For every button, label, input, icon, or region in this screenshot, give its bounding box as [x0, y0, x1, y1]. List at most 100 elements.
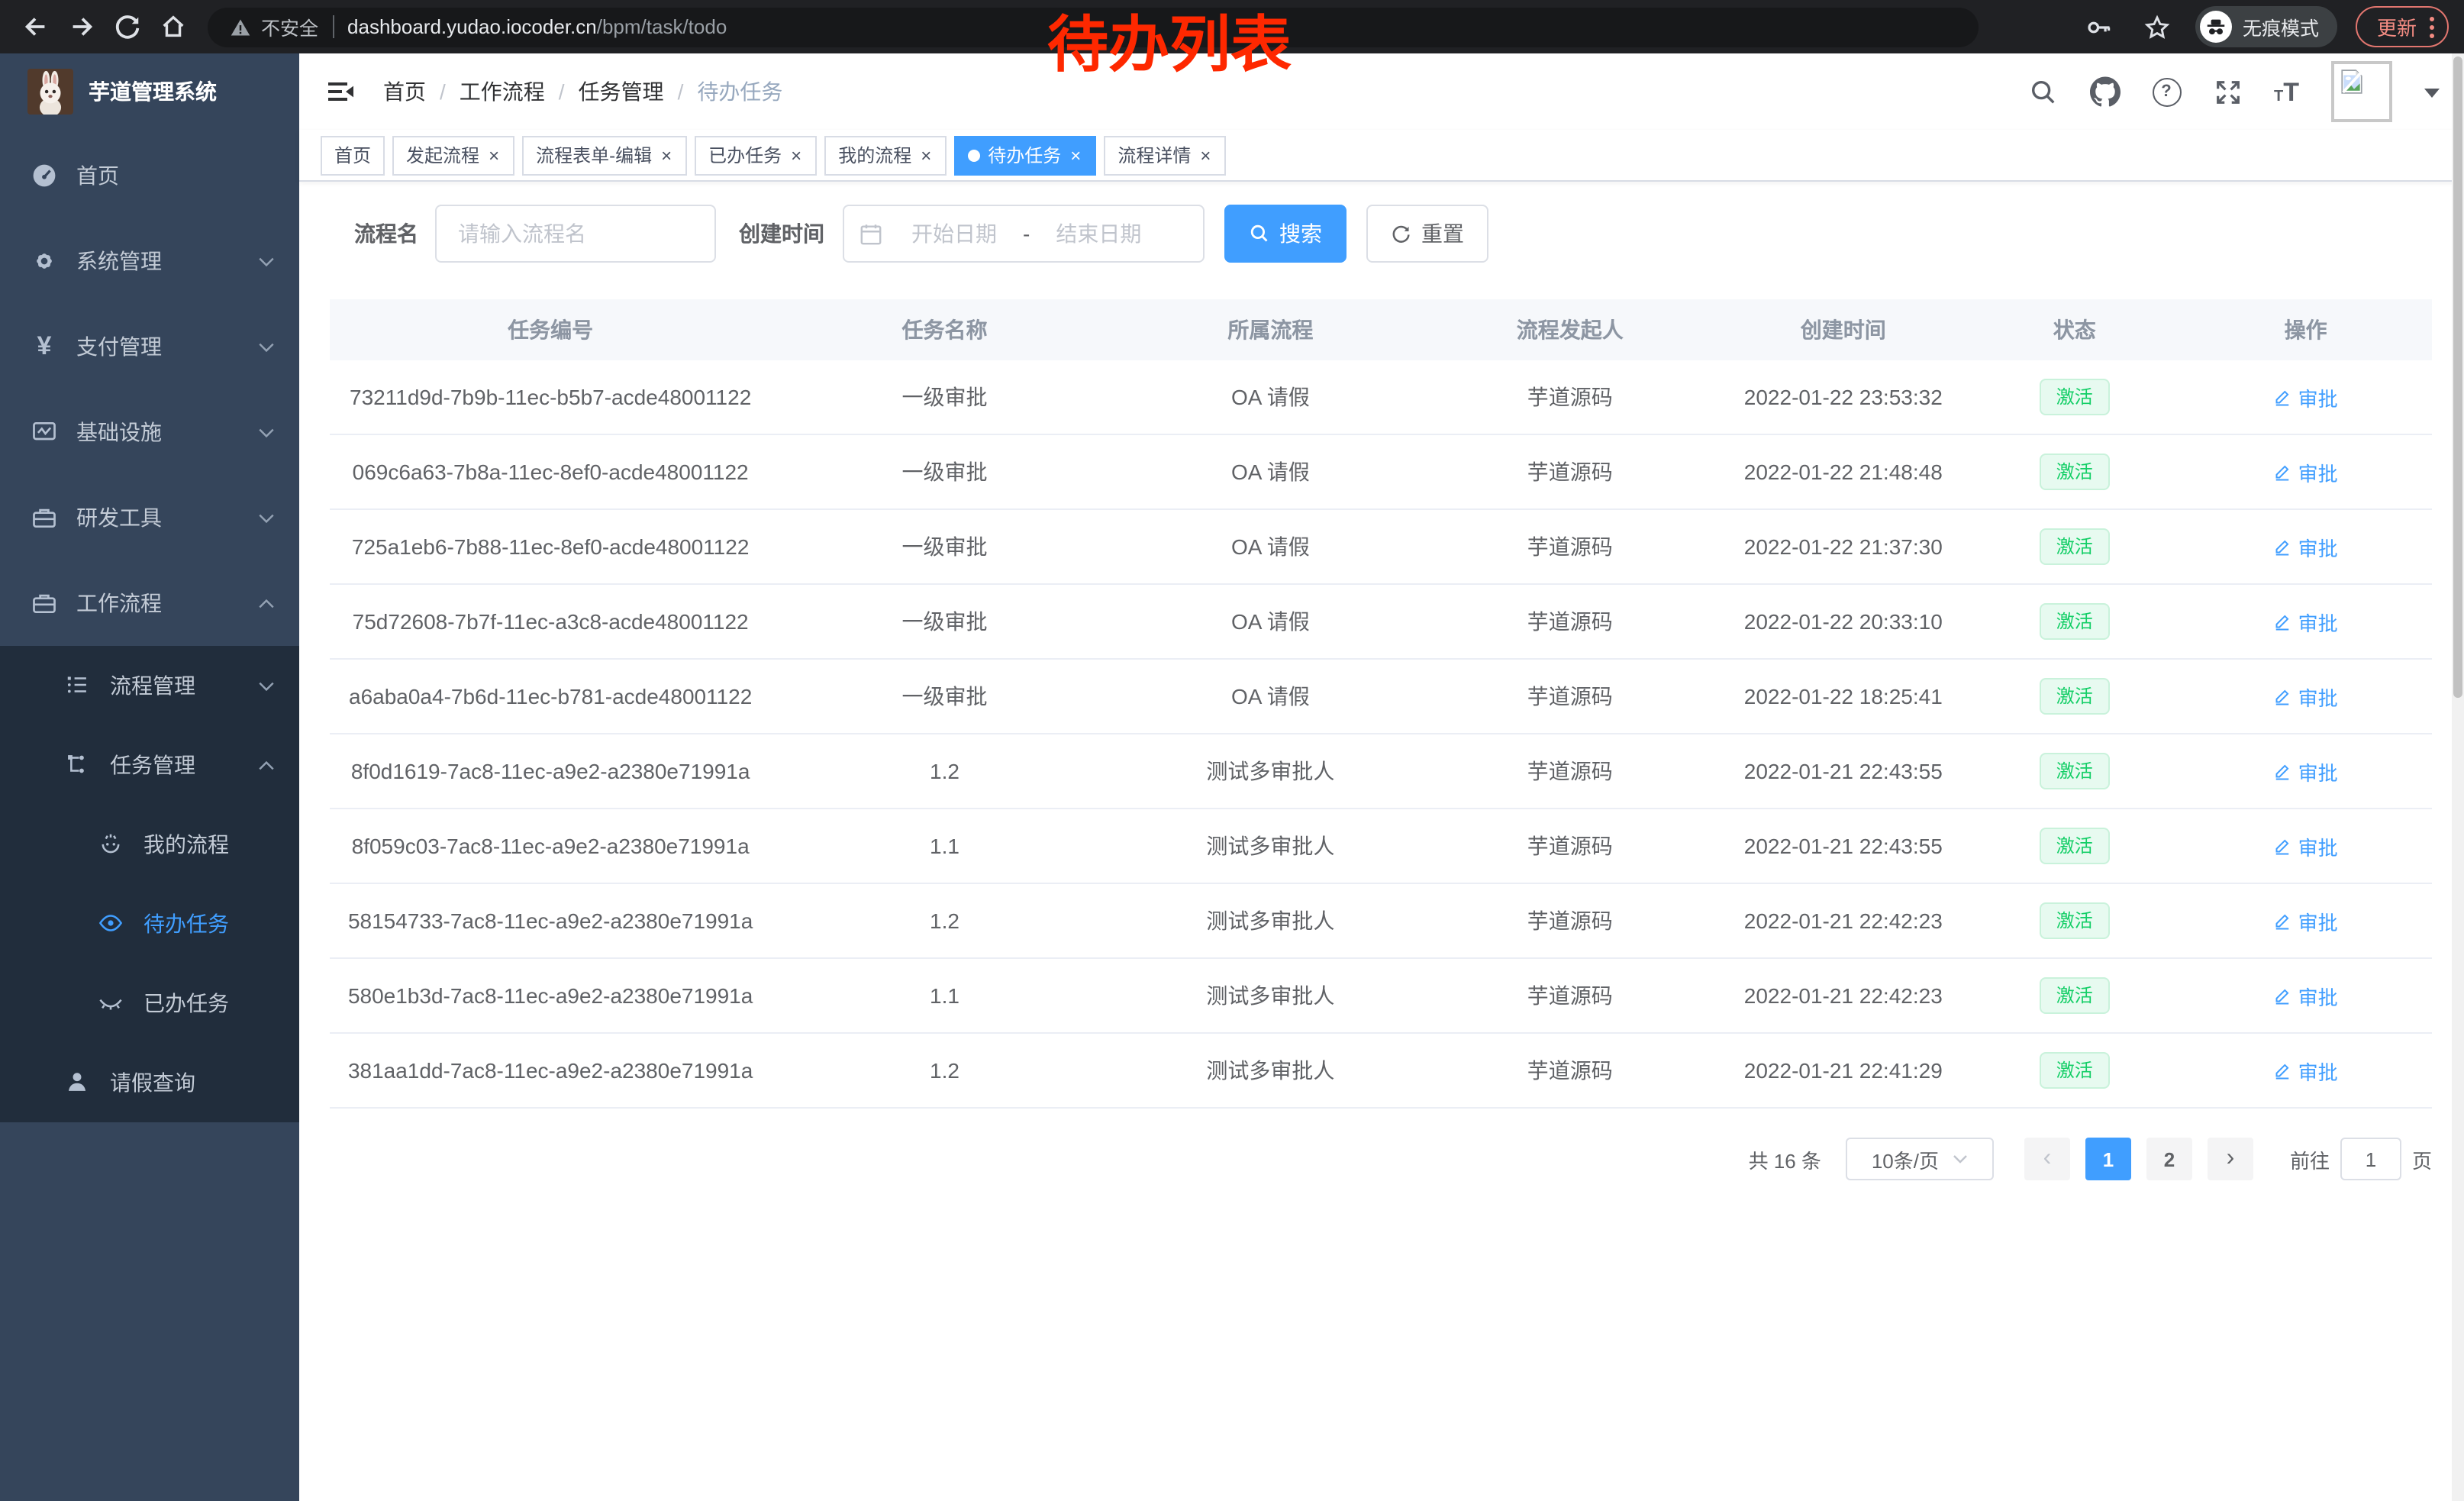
- sidebar-item-leave-query[interactable]: 请假查询: [0, 1043, 299, 1122]
- approve-link[interactable]: 审批: [2274, 532, 2338, 561]
- scrollbar-thumb[interactable]: [2453, 56, 2462, 698]
- tab-close-icon[interactable]: ×: [1198, 146, 1212, 164]
- breadcrumb-home[interactable]: 首页: [383, 76, 426, 107]
- approve-label: 审批: [2298, 607, 2338, 636]
- approve-link[interactable]: 审批: [2274, 1056, 2338, 1085]
- sidebar-item-payment[interactable]: ¥ 支付管理: [0, 304, 299, 389]
- question-glyph: ?: [2153, 79, 2179, 105]
- tab-start-process[interactable]: 发起流程×: [392, 135, 514, 175]
- tab-close-icon[interactable]: ×: [1069, 146, 1082, 164]
- sidebar-item-my-process[interactable]: 我的流程: [0, 805, 299, 884]
- table-row: 725a1eb6-7b88-11ec-8ef0-acde48001122 一级审…: [330, 510, 2432, 585]
- tab-close-icon[interactable]: ×: [487, 146, 501, 164]
- status-badge: 激活: [2040, 528, 2110, 565]
- sidebar-item-workflow[interactable]: 工作流程: [0, 560, 299, 646]
- approve-link[interactable]: 审批: [2274, 757, 2338, 786]
- goto-page-input[interactable]: [2340, 1138, 2401, 1180]
- table-row: 8f0d1619-7ac8-11ec-a9e2-a2380e71991a 1.2…: [330, 734, 2432, 809]
- site-security[interactable]: 不安全: [229, 12, 318, 41]
- sidebar-item-process-mgmt[interactable]: 流程管理: [0, 646, 299, 725]
- next-page-button[interactable]: ›: [2208, 1138, 2253, 1180]
- tab-process-detail[interactable]: 流程详情 ×: [1104, 135, 1226, 175]
- gear-icon: [31, 247, 58, 275]
- tab-label: 流程表单-编辑: [536, 142, 652, 168]
- sidebar-item-system[interactable]: 系统管理: [0, 218, 299, 304]
- tab-done-tasks[interactable]: 已办任务×: [695, 135, 817, 175]
- approve-link[interactable]: 审批: [2274, 906, 2338, 935]
- approve-link[interactable]: 审批: [2274, 607, 2338, 636]
- reset-button[interactable]: 重置: [1366, 205, 1488, 263]
- tab-close-icon[interactable]: ×: [660, 146, 673, 164]
- browser-home-icon[interactable]: [153, 7, 192, 47]
- tab-close-icon[interactable]: ×: [789, 146, 803, 164]
- cell-task-id: 381aa1dd-7ac8-11ec-a9e2-a2380e71991a: [330, 1058, 771, 1083]
- browser-update-button[interactable]: 更新: [2356, 6, 2449, 47]
- sidebar-item-devtools[interactable]: 研发工具: [0, 475, 299, 560]
- tab-close-icon[interactable]: ×: [919, 146, 933, 164]
- page-button-1[interactable]: 1: [2085, 1138, 2131, 1180]
- cell-process: OA 请假: [1118, 531, 1423, 562]
- browser-menu-dots-icon[interactable]: [2429, 15, 2435, 39]
- approve-link[interactable]: 审批: [2274, 682, 2338, 711]
- cell-task-name: 1.1: [771, 983, 1118, 1008]
- approve-link[interactable]: 审批: [2274, 383, 2338, 412]
- tab-label: 流程详情: [1118, 142, 1191, 168]
- pagination-total: 共 16 条: [1749, 1144, 1821, 1173]
- github-icon[interactable]: [2089, 76, 2120, 107]
- app-logo[interactable]: 芋道管理系统: [0, 53, 299, 130]
- list-icon: [64, 672, 92, 699]
- sidebar-item-home[interactable]: 首页: [0, 133, 299, 218]
- tab-my-process[interactable]: 我的流程×: [824, 135, 947, 175]
- col-starter: 流程发起人: [1423, 315, 1717, 345]
- tab-process-form-edit[interactable]: 流程表单-编辑 ×: [522, 135, 687, 175]
- chevron-down-icon: [258, 341, 275, 352]
- search-icon[interactable]: [2028, 77, 2057, 106]
- eye-closed-icon: [98, 989, 125, 1017]
- process-name-input[interactable]: [435, 205, 716, 263]
- bookmark-star-icon[interactable]: [2137, 7, 2177, 47]
- cell-process: 测试多审批人: [1118, 905, 1423, 936]
- sidebar-item-todo-tasks[interactable]: 待办任务: [0, 884, 299, 964]
- tab-home[interactable]: 首页: [321, 135, 385, 175]
- app-frame: 芋道管理系统 首页 系统管理 ¥ 支付管理: [0, 53, 2464, 1501]
- sidebar-item-label: 请假查询: [110, 1067, 195, 1098]
- table-row: 069c6a63-7b8a-11ec-8ef0-acde48001122 一级审…: [330, 435, 2432, 510]
- sidebar-item-label: 基础设施: [76, 417, 162, 447]
- sidebar-item-task-mgmt[interactable]: 任务管理: [0, 725, 299, 805]
- page-button-2[interactable]: 2: [2146, 1138, 2192, 1180]
- cell-task-name: 一级审批: [771, 681, 1118, 712]
- search-button[interactable]: 搜索: [1224, 205, 1346, 263]
- approve-label: 审批: [2298, 457, 2338, 486]
- approve-link[interactable]: 审批: [2274, 831, 2338, 860]
- prev-page-button[interactable]: ‹: [2024, 1138, 2070, 1180]
- avatar[interactable]: [2331, 61, 2392, 122]
- cell-task-id: 75d72608-7b7f-11ec-a3c8-acde48001122: [330, 609, 771, 634]
- approve-link[interactable]: 审批: [2274, 457, 2338, 486]
- help-icon[interactable]: ?: [2152, 77, 2181, 106]
- sidebar-item-done-tasks[interactable]: 已办任务: [0, 964, 299, 1043]
- avatar-dropdown-caret[interactable]: [2424, 88, 2440, 105]
- filter-form: 流程名 创建时间 - 搜索 重置: [354, 205, 2432, 263]
- cell-process: 测试多审批人: [1118, 831, 1423, 861]
- tab-todo-tasks[interactable]: 待办任务×: [954, 135, 1096, 175]
- browser-reload-icon[interactable]: [107, 7, 147, 47]
- page-url[interactable]: dashboard.yudao.iocoder.cn/bpm/task/todo: [347, 15, 727, 38]
- browser-forward-icon[interactable]: [61, 7, 101, 47]
- key-icon[interactable]: [2079, 7, 2119, 47]
- start-date-input[interactable]: [889, 220, 1020, 247]
- end-date-input[interactable]: [1033, 220, 1164, 247]
- pagination: 共 16 条 10条/页 ‹ 1 2 › 前往 页: [330, 1138, 2432, 1180]
- sidebar-toggle-icon[interactable]: [325, 76, 356, 107]
- sidebar-item-infra[interactable]: 基础设施: [0, 389, 299, 475]
- page-size-select[interactable]: 10条/页: [1846, 1138, 1994, 1180]
- browser-back-icon[interactable]: [15, 7, 55, 47]
- page-scrollbar[interactable]: [2452, 53, 2464, 1501]
- font-size-icon[interactable]: TT: [2274, 79, 2299, 105]
- fullscreen-icon[interactable]: [2213, 77, 2242, 106]
- calendar-icon: [859, 222, 882, 245]
- status-badge: 激活: [2040, 603, 2110, 640]
- cell-created: 2022-01-22 21:37:30: [1717, 534, 1969, 559]
- cell-task-id: 580e1b3d-7ac8-11ec-a9e2-a2380e71991a: [330, 983, 771, 1008]
- approve-link[interactable]: 审批: [2274, 981, 2338, 1010]
- date-range-picker[interactable]: -: [843, 205, 1205, 263]
